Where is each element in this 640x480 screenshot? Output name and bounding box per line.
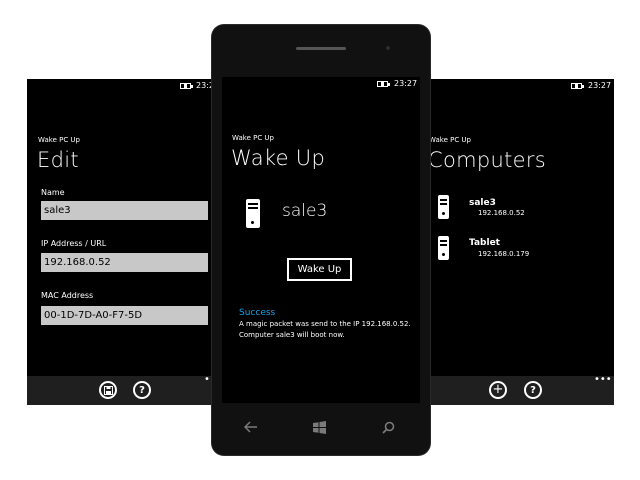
name-label: Name <box>41 188 65 197</box>
computer-list-item[interactable]: Tablet 192.168.0.179 <box>438 234 598 264</box>
computer-icon <box>246 199 260 228</box>
edit-screen: 23:2 Wake PC Up Edit Name sale3 IP Addre… <box>27 79 227 405</box>
computer-icon <box>438 195 449 219</box>
wake-up-button-label: Wake Up <box>297 264 342 275</box>
status-bar: 23:2 <box>27 79 227 93</box>
computer-ip: 192.168.0.179 <box>478 250 530 258</box>
windows-icon <box>313 421 326 434</box>
save-icon <box>103 385 113 395</box>
back-button[interactable] <box>243 421 258 437</box>
ip-field[interactable]: 192.168.0.52 <box>41 253 208 272</box>
battery-icon <box>377 81 390 87</box>
status-bar: 23:27 <box>418 79 614 93</box>
app-bar: + ? ••• <box>418 375 614 405</box>
front-camera <box>386 46 390 50</box>
wake-up-button[interactable]: Wake Up <box>287 258 352 281</box>
back-arrow-icon <box>243 421 257 433</box>
status-message-line-2: Computer sale3 will boot now. <box>239 331 345 339</box>
search-button[interactable] <box>382 421 395 438</box>
battery-icon <box>180 83 193 89</box>
status-time: 23:27 <box>588 81 612 90</box>
computer-name: sale3 <box>282 201 328 221</box>
save-button[interactable] <box>99 381 117 399</box>
help-button[interactable]: ? <box>524 381 542 399</box>
search-icon <box>382 421 395 434</box>
battery-icon <box>571 83 584 89</box>
phone-device: 23:27 Wake PC Up Wake Up sale3 Wake Up S… <box>212 25 430 455</box>
start-button[interactable] <box>313 421 326 438</box>
help-icon: ? <box>139 384 145 396</box>
mac-label: MAC Address <box>41 291 94 300</box>
computer-ip: 192.168.0.52 <box>478 209 525 217</box>
status-title: Success <box>239 308 276 318</box>
mac-field[interactable]: 00-1D-7D-A0-F7-5D <box>41 306 208 325</box>
app-name: Wake PC Up <box>232 134 274 142</box>
app-name: Wake PC Up <box>429 136 471 144</box>
page-title: Edit <box>37 148 79 172</box>
computer-name: Tablet <box>469 238 500 248</box>
more-button[interactable]: ••• <box>594 375 612 385</box>
status-time: 23:27 <box>394 79 418 88</box>
computer-icon <box>438 236 449 260</box>
page-title: Wake Up <box>231 146 326 170</box>
app-name: Wake PC Up <box>38 136 80 144</box>
ip-label: IP Address / URL <box>41 239 107 248</box>
add-icon: + <box>492 382 504 397</box>
help-button[interactable]: ? <box>133 381 151 399</box>
app-bar: ? ••• <box>27 375 227 405</box>
add-button[interactable]: + <box>489 381 507 399</box>
computer-list-item[interactable]: sale3 192.168.0.52 <box>438 193 598 223</box>
status-bar: 23:27 <box>222 77 420 91</box>
help-icon: ? <box>530 384 536 396</box>
speaker-grille <box>296 47 346 50</box>
name-field[interactable]: sale3 <box>41 201 208 220</box>
page-title: Computers <box>428 148 547 172</box>
status-message-line-1: A magic packet was send to the IP 192.16… <box>239 320 411 328</box>
wake-up-screen: 23:27 Wake PC Up Wake Up sale3 Wake Up S… <box>222 77 420 403</box>
computer-name: sale3 <box>469 198 496 208</box>
computers-screen: 23:27 Wake PC Up Computers sale3 192.168… <box>418 79 614 405</box>
